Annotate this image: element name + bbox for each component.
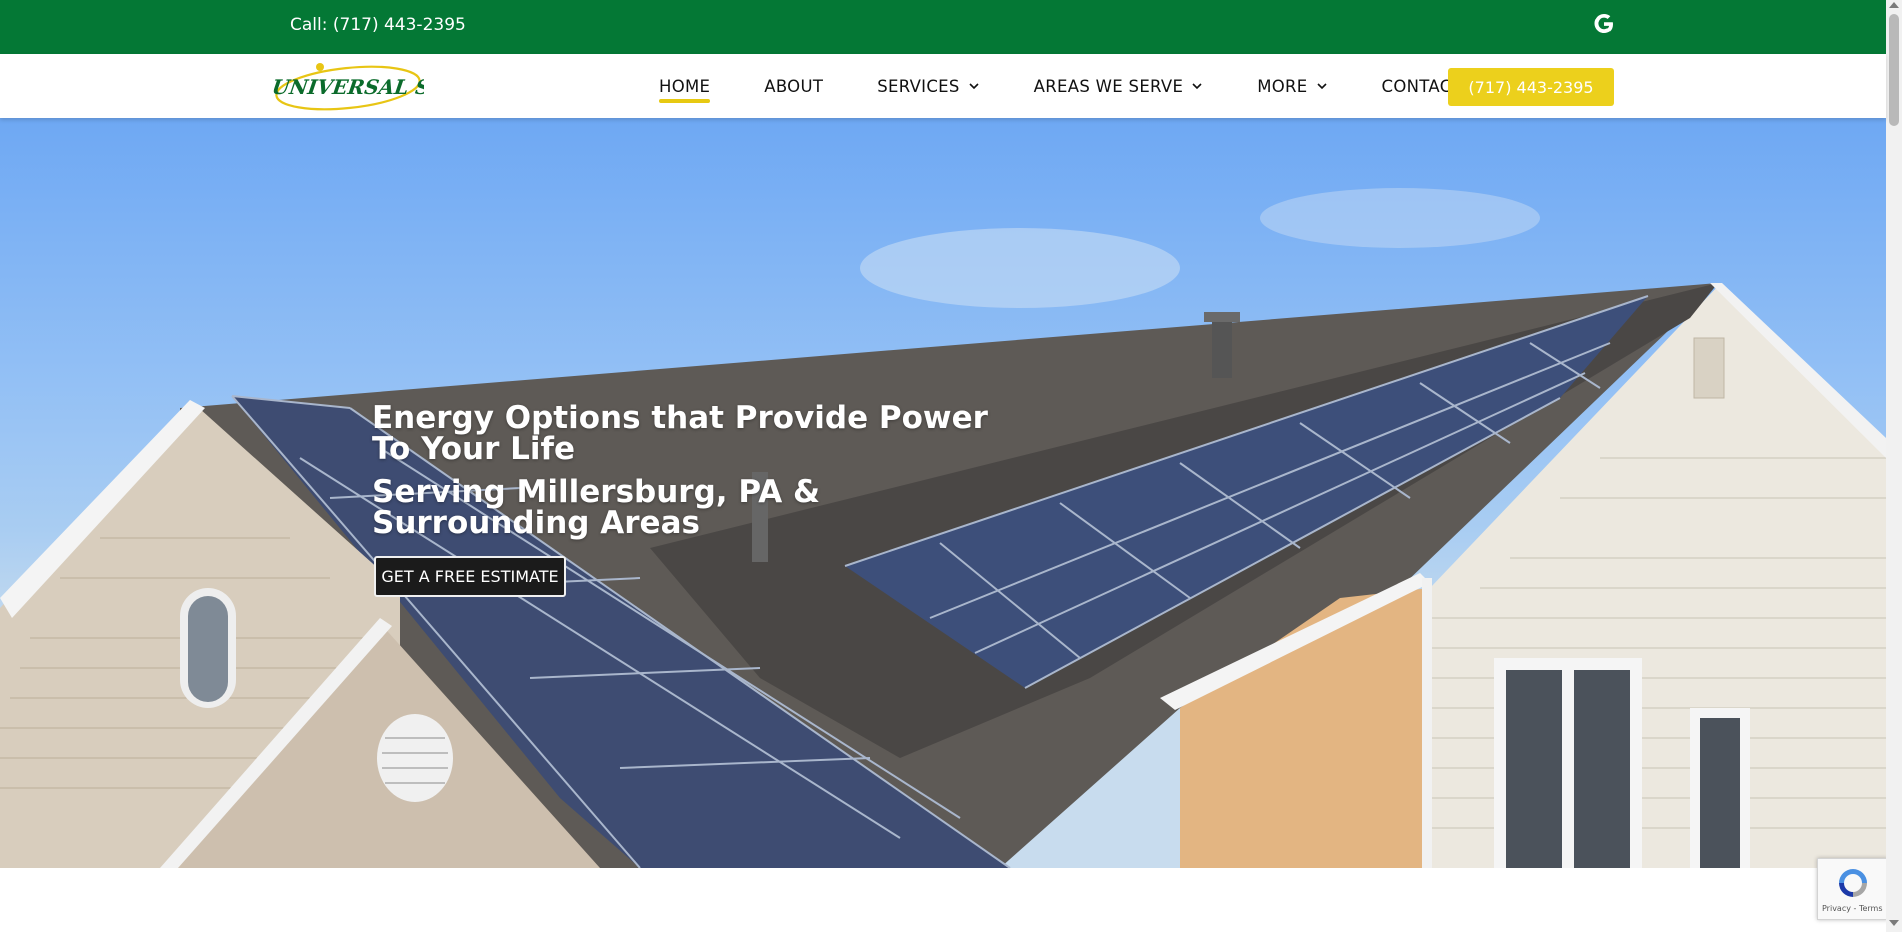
nav-home[interactable]: HOME [659,76,711,103]
scroll-down-arrow-icon[interactable] [1889,920,1899,926]
top-bar: Call: (717) 443-2395 [0,0,1886,54]
nav-areas-we-serve[interactable]: AREAS WE SERVE [1034,77,1204,96]
main-navbar: UNIVERSAL SOLAR HOME ABOUT SERVICES AREA… [0,54,1886,118]
nav-home-label: HOME [659,76,711,96]
page-scrollbar[interactable] [1886,0,1902,932]
nav-services[interactable]: SERVICES [877,77,979,96]
nav-areas-label: AREAS WE SERVE [1033,76,1184,96]
hero-title: Energy Options that Provide Power To You… [372,400,988,467]
google-icon[interactable] [1592,12,1616,36]
hero-subtitle: Serving Millersburg, PA & Surrounding Ar… [372,474,821,541]
nav-more[interactable]: MORE [1257,77,1327,96]
nav-services-label: SERVICES [877,76,960,96]
recaptcha-icon [1839,869,1867,897]
hero-section: Energy Options that Provide Power To You… [0,118,1886,868]
hero-text-block: Energy Options that Provide Power To You… [372,403,1032,539]
nav-more-label: MORE [1257,76,1308,96]
scrollbar-thumb[interactable] [1889,14,1899,126]
free-estimate-button[interactable]: GET A FREE ESTIMATE [374,556,566,597]
scroll-up-arrow-icon[interactable] [1889,2,1899,8]
logo-wordmark: UNIVERSAL SOLAR [272,75,424,99]
nav-about-label: ABOUT [764,76,824,96]
nav-about[interactable]: ABOUT [764,77,823,96]
recaptcha-links[interactable]: Privacy - Terms [1822,904,1883,913]
call-phone-link[interactable]: Call: (717) 443-2395 [290,15,466,35]
chevron-down-icon [969,83,979,90]
chevron-down-icon [1316,83,1327,90]
phone-button[interactable]: (717) 443-2395 [1448,68,1614,106]
universal-solar-logo[interactable]: UNIVERSAL SOLAR [272,60,424,112]
chevron-down-icon [1192,83,1202,90]
recaptcha-badge[interactable]: Privacy - Terms [1817,858,1888,920]
primary-nav: HOME ABOUT SERVICES AREAS WE SERVE MORE … [659,54,1486,118]
